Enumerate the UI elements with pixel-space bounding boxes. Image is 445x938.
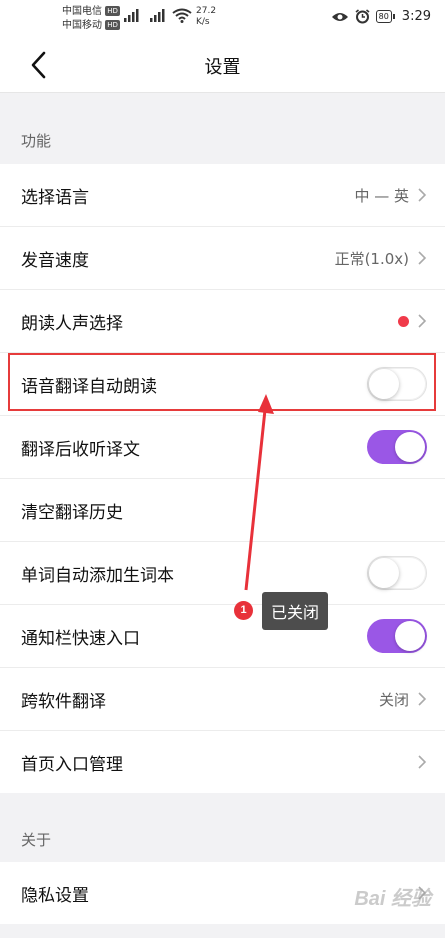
row-label: 发音速度 [21,250,89,271]
new-dot-badge [398,315,409,327]
section-header-about: 关于 [21,831,52,849]
row-select-language[interactable]: 选择语言 中 — 英 [0,164,445,227]
row-label: 单词自动添加生词本 [21,565,174,586]
language-value: 中 — 英 [354,186,409,205]
row-notification-entry: 通知栏快速入口 [0,605,445,668]
row-label: 朗读人声选择 [21,313,123,334]
listen-translation-toggle[interactable] [367,430,427,464]
status-right: 80 3:29 [331,9,431,24]
settings-list-features: 选择语言 中 — 英 发音速度 正常(1.0x) 朗读人声选择 语音翻译自动朗读… [0,164,445,793]
row-voice-select[interactable]: 朗读人声选择 [0,290,445,353]
row-auto-read: 语音翻译自动朗读 [0,353,445,416]
signal-icon [124,9,139,22]
row-home-entry-manage[interactable]: 首页入口管理 [0,731,445,793]
hd-badge: HD [105,6,120,16]
carrier-2: 中国移动 [62,20,102,31]
hd-badge-2: HD [105,20,120,30]
row-speech-speed[interactable]: 发音速度 正常(1.0x) [0,227,445,290]
row-label: 首页入口管理 [21,754,123,775]
alarm-icon [355,9,370,24]
auto-read-toggle[interactable] [367,367,427,401]
chevron-right-icon [418,755,427,769]
carrier-1: 中国电信 [62,6,102,17]
step-badge: 1 [234,601,253,620]
battery-icon: 80 [375,10,396,23]
speed-value: 正常(1.0x) [334,249,409,268]
row-label: 翻译后收听译文 [21,439,140,460]
signal-icon-2 [150,9,165,22]
chevron-right-icon [418,251,427,265]
row-label: 选择语言 [21,187,89,208]
chevron-right-icon [418,188,427,202]
net-speed: 27.2 K/s [196,6,217,27]
watermark: Bai 经验 [354,888,431,910]
row-label: 清空翻译历史 [21,502,123,523]
page-title: 设置 [204,57,241,78]
wifi-icon [172,8,192,23]
row-listen-translation: 翻译后收听译文 [0,416,445,479]
eye-icon [331,12,348,21]
cross-app-value: 关闭 [378,690,409,709]
notification-entry-toggle[interactable] [367,619,427,653]
carrier-info: 中国电信 HD 中国移动 HD [62,5,120,33]
row-clear-history[interactable]: 清空翻译历史 [0,479,445,542]
status-tooltip: 已关闭 [262,592,329,630]
chevron-right-icon [418,314,427,328]
chevron-right-icon [418,692,427,706]
row-label: 隐私设置 [21,885,89,906]
row-auto-add-vocab: 单词自动添加生词本 [0,542,445,605]
status-bar: 中国电信 HD 中国移动 HD 27.2 K/s 80 3:29 [0,0,445,38]
section-header-features: 功能 [21,132,52,150]
row-label: 跨软件翻译 [21,691,106,712]
row-label: 语音翻译自动朗读 [21,376,157,397]
nav-bar: 设置 [0,38,445,93]
row-label: 通知栏快速入口 [21,628,140,649]
row-cross-app-translate[interactable]: 跨软件翻译 关闭 [0,668,445,731]
clock: 3:29 [401,9,431,24]
auto-add-vocab-toggle[interactable] [367,556,427,590]
